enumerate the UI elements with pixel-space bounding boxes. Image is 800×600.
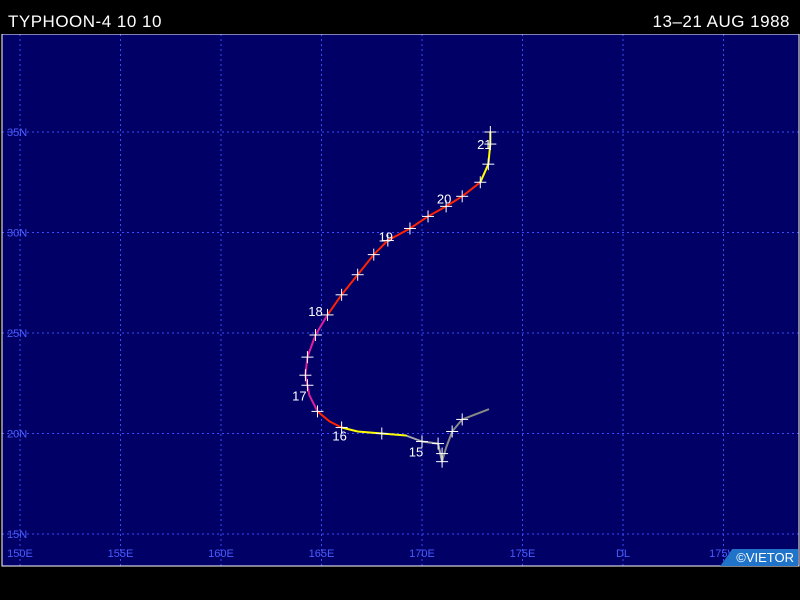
lon-tick-label: DL bbox=[616, 548, 630, 560]
lat-tick-label: 20N bbox=[7, 429, 27, 441]
lat-tick-label: 35N bbox=[7, 127, 27, 139]
day-label: 20 bbox=[437, 191, 451, 206]
typhoon-track-map: 150E 155E 160E 165E 170E 175E DL 175W35N30N25N2… bbox=[1, 33, 800, 567]
day-label: 19 bbox=[379, 230, 393, 245]
vietor-credit-badge: ©VIETOR bbox=[720, 549, 798, 566]
header-bar: TYPHOON-4 10 10 13–21 AUG 1988 bbox=[0, 0, 800, 34]
lat-tick-label: 30N bbox=[7, 228, 27, 240]
lon-tick-label: 160E bbox=[208, 548, 234, 560]
day-label: 17 bbox=[292, 388, 306, 403]
lon-tick-label: 150E bbox=[7, 548, 33, 560]
lon-tick-label: 170E bbox=[409, 548, 435, 560]
day-label: 16 bbox=[332, 429, 346, 444]
map-background bbox=[2, 34, 799, 566]
storm-title: TYPHOON-4 10 10 bbox=[8, 12, 162, 31]
lon-tick-label: 155E bbox=[108, 548, 134, 560]
day-label: 21 bbox=[477, 137, 491, 152]
lat-tick-label: 15N bbox=[7, 529, 27, 541]
day-label: 18 bbox=[308, 304, 322, 319]
date-range: 13–21 AUG 1988 bbox=[652, 12, 790, 31]
day-label: 15 bbox=[409, 445, 423, 460]
lon-tick-label: 175E bbox=[510, 548, 536, 560]
lon-tick-label: 165E bbox=[309, 548, 335, 560]
lat-tick-label: 25N bbox=[7, 328, 27, 340]
